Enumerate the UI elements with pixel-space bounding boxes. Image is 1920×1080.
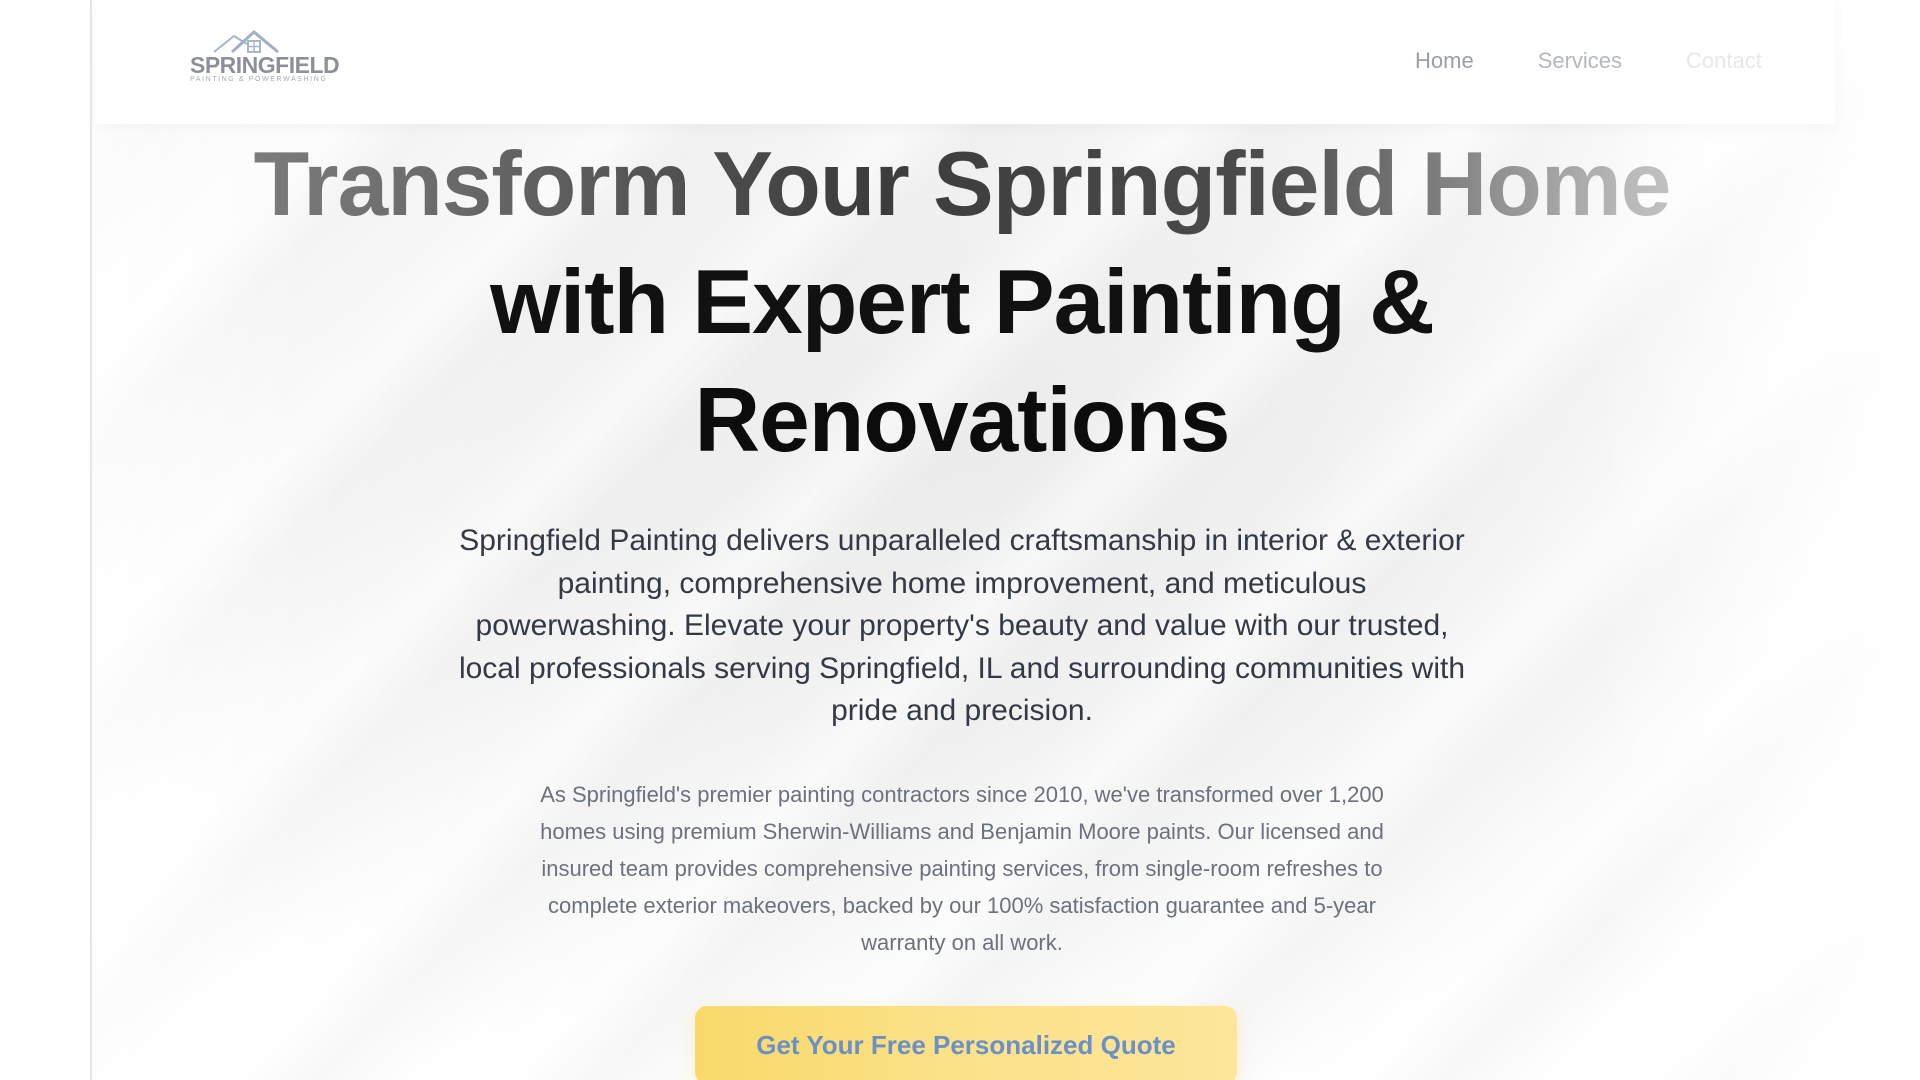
hero-section: Transform Your Springfield Home with Exp… [92,0,1920,1080]
main-nav: Home Services Contact [1415,48,1835,74]
free-quote-button[interactable]: Get Your Free Personalized Quote [695,1006,1237,1080]
hero-headline: Transform Your Springfield Home with Exp… [92,126,1832,480]
logo-link[interactable]: SPRINGFIELD PAINTING & POWERWASHING [190,30,340,86]
navbar: SPRINGFIELD PAINTING & POWERWASHING Home… [95,0,1835,124]
nav-link-services[interactable]: Services [1538,48,1622,74]
headline-line-1: Transform Your Springfield Home [92,126,1832,244]
nav-link-contact[interactable]: Contact [1686,48,1762,74]
hero-lead-paragraph: Springfield Painting delivers unparallel… [458,524,1466,727]
house-roof-icon [213,30,279,54]
page: SPRINGFIELD PAINTING & POWERWASHING Home… [0,0,1920,1080]
headline-line-2: with Expert Painting & [490,252,1435,353]
hero-support-paragraph: As Springfield's premier painting contra… [540,782,1384,955]
nav-link-home[interactable]: Home [1415,48,1474,74]
logo-wordmark: SPRINGFIELD [190,52,340,78]
headline-line-3: Renovations [694,370,1230,471]
logo-tagline: PAINTING & POWERWASHING [190,76,328,83]
